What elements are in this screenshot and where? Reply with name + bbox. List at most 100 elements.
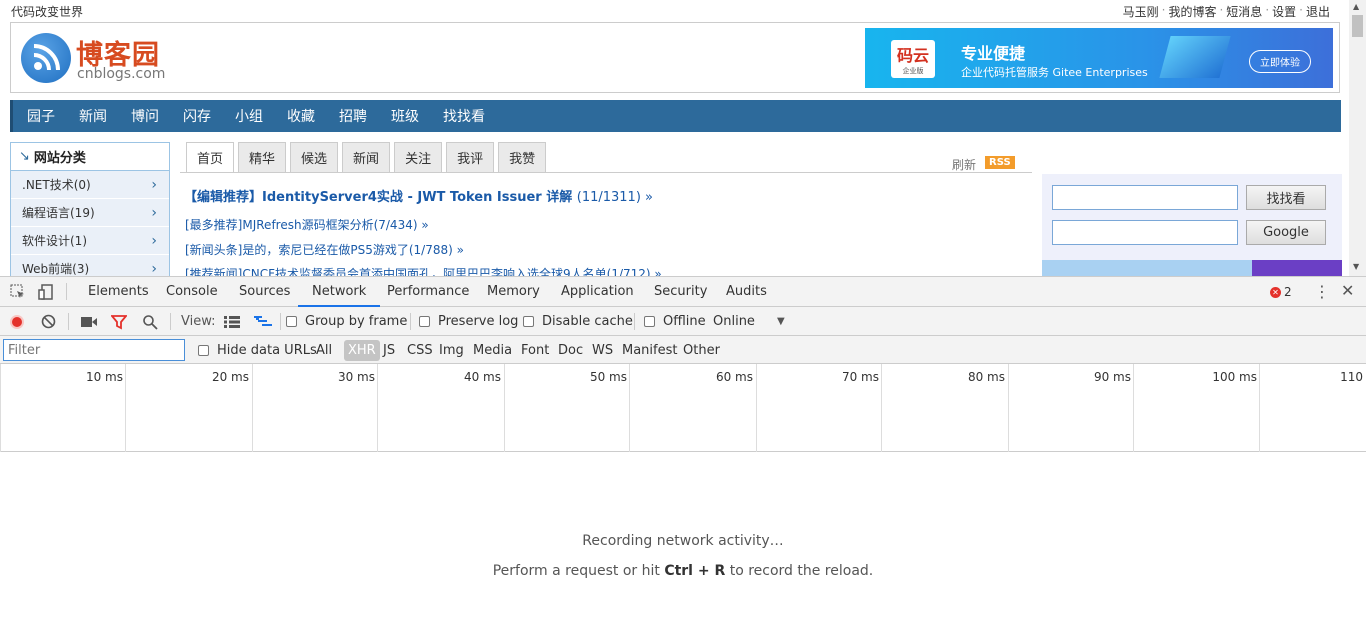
tab-sources[interactable]: Sources bbox=[233, 277, 296, 306]
tab-console[interactable]: Console bbox=[160, 277, 224, 306]
user-link-blog[interactable]: 我的博客 bbox=[1168, 3, 1216, 20]
user-link-logout[interactable]: 退出 bbox=[1306, 3, 1330, 20]
hide-data-urls-label: Hide data URLs bbox=[217, 342, 317, 358]
nav-item-flash[interactable]: 闪存 bbox=[183, 106, 211, 126]
checkbox-box bbox=[198, 344, 209, 356]
large-rows-toggle[interactable] bbox=[224, 307, 240, 336]
filter-type-xhr[interactable]: XHR bbox=[344, 336, 380, 364]
category-label: 编程语言(19) bbox=[22, 206, 95, 220]
banner-cta-button[interactable]: 立即体验 bbox=[1249, 50, 1311, 73]
post-link[interactable]: [推荐新闻]CNCF技术监督委员会首添中国面孔，阿里巴巴李响入选全球9人名单(1… bbox=[185, 265, 662, 276]
post-link[interactable]: [最多推荐]MJRefresh源码框架分析(7/434) » bbox=[185, 216, 429, 233]
clear-icon bbox=[41, 314, 56, 329]
tab-application[interactable]: Application bbox=[555, 277, 640, 306]
filter-type-xhr-label: XHR bbox=[344, 339, 380, 361]
timeline-gridline bbox=[377, 364, 378, 452]
nav-item-favorites[interactable]: 收藏 bbox=[287, 106, 315, 126]
inspect-element-icon[interactable] bbox=[10, 284, 26, 303]
record-button[interactable] bbox=[10, 307, 24, 336]
tab-my-likes[interactable]: 我赞 bbox=[498, 142, 547, 172]
disable-cache-checkbox[interactable]: Disable cache bbox=[523, 307, 633, 336]
category-item[interactable]: 软件设计(1) › bbox=[11, 227, 169, 255]
hide-data-urls-checkbox[interactable]: Hide data URLs bbox=[198, 336, 317, 364]
tab-candidates[interactable]: 候选 bbox=[290, 142, 339, 172]
timeline-gridline bbox=[1008, 364, 1009, 452]
user-link-name[interactable]: 马玉刚 bbox=[1123, 3, 1159, 20]
capture-screenshots-button[interactable] bbox=[80, 307, 98, 336]
view-label: View: bbox=[181, 314, 216, 329]
nav-item-search[interactable]: 找找看 bbox=[443, 106, 485, 126]
ad-banner[interactable]: 码云 企业版 专业便捷 企业代码托管服务 Gitee Enterprises 立即… bbox=[865, 28, 1333, 88]
filter-type-media[interactable]: Media bbox=[473, 336, 512, 364]
site-search-button[interactable]: 找找看 bbox=[1246, 185, 1326, 210]
tab-network[interactable]: Network bbox=[298, 277, 381, 307]
banner-text: 企业代码托管服务 Gitee Enterprises bbox=[961, 66, 1148, 79]
site-search-input[interactable] bbox=[1052, 185, 1238, 210]
search-icon bbox=[143, 314, 158, 330]
device-toolbar-icon[interactable] bbox=[38, 284, 54, 303]
filter-type-css[interactable]: CSS bbox=[407, 336, 433, 364]
search-button[interactable] bbox=[142, 307, 158, 336]
google-search-input[interactable] bbox=[1052, 220, 1238, 245]
tab-news[interactable]: 新闻 bbox=[342, 142, 391, 172]
tab-featured[interactable]: 精华 bbox=[238, 142, 287, 172]
filter-type-all[interactable]: All bbox=[316, 336, 332, 364]
tab-elements[interactable]: Elements bbox=[82, 277, 155, 306]
filter-type-doc[interactable]: Doc bbox=[558, 336, 583, 364]
nav-item-groups[interactable]: 小组 bbox=[235, 106, 263, 126]
group-by-frame-checkbox[interactable]: Group by frame bbox=[286, 307, 407, 336]
network-toolbar: View: Group by frame Preserve log Disabl… bbox=[0, 307, 1366, 336]
preserve-log-checkbox[interactable]: Preserve log bbox=[419, 307, 518, 336]
category-item[interactable]: .NET技术(0) › bbox=[11, 171, 169, 199]
tab-audits[interactable]: Audits bbox=[720, 277, 773, 306]
promo-banner[interactable] bbox=[1042, 260, 1342, 276]
filter-input[interactable] bbox=[3, 339, 185, 361]
tab-memory[interactable]: Memory bbox=[481, 277, 546, 306]
close-devtools-icon[interactable]: ✕ bbox=[1341, 281, 1354, 300]
tab-performance[interactable]: Performance bbox=[381, 277, 475, 306]
error-icon: ✕ bbox=[1270, 286, 1281, 298]
nav-item-news[interactable]: 新闻 bbox=[79, 106, 107, 126]
offline-checkbox[interactable]: Offline bbox=[644, 307, 706, 336]
scroll-up-icon[interactable]: ▲ bbox=[1353, 2, 1359, 11]
filter-type-img[interactable]: Img bbox=[439, 336, 464, 364]
refresh-link[interactable]: 刷新 bbox=[952, 156, 976, 173]
tab-following[interactable]: 关注 bbox=[394, 142, 443, 172]
error-counter[interactable]: ✕ 2 bbox=[1270, 285, 1292, 299]
nav-item-classes[interactable]: 班级 bbox=[391, 106, 419, 126]
error-count: 2 bbox=[1284, 285, 1292, 299]
scroll-down-icon[interactable]: ▼ bbox=[1353, 262, 1359, 271]
tab-divider bbox=[180, 172, 1032, 173]
filter-type-manifest[interactable]: Manifest bbox=[622, 336, 677, 364]
reload-hint-text: Perform a request or hit Ctrl + R to rec… bbox=[0, 563, 1366, 579]
user-link-settings[interactable]: 设置 bbox=[1272, 3, 1296, 20]
scrollbar-thumb[interactable] bbox=[1352, 15, 1363, 37]
tab-my-comments[interactable]: 我评 bbox=[446, 142, 495, 172]
user-link-messages[interactable]: 短消息 bbox=[1226, 3, 1262, 20]
tab-home[interactable]: 首页 bbox=[186, 142, 235, 172]
separator bbox=[170, 313, 171, 330]
network-overview-timeline[interactable]: 10 ms 20 ms 30 ms 40 ms 50 ms 60 ms 70 m… bbox=[0, 364, 1366, 452]
filter-toggle-button[interactable] bbox=[111, 307, 127, 336]
filter-type-font[interactable]: Font bbox=[521, 336, 549, 364]
overview-toggle[interactable] bbox=[254, 307, 272, 336]
tab-security[interactable]: Security bbox=[648, 277, 713, 306]
page-scrollbar[interactable]: ▲ ▼ bbox=[1349, 0, 1366, 276]
nav-item-jobs[interactable]: 招聘 bbox=[339, 106, 367, 126]
throttling-select[interactable]: Online ▼ bbox=[713, 307, 785, 336]
filter-type-js[interactable]: JS bbox=[383, 336, 395, 364]
category-item[interactable]: 编程语言(19) › bbox=[11, 199, 169, 227]
more-options-icon[interactable]: ⋮ bbox=[1314, 282, 1330, 301]
nav-item-garden[interactable]: 园子 bbox=[27, 106, 55, 126]
rss-icon[interactable]: RSS bbox=[985, 156, 1015, 169]
headline-link[interactable]: 【编辑推荐】IdentityServer4实战 - JWT Token Issu… bbox=[184, 186, 653, 205]
post-link[interactable]: [新闻头条]是的，索尼已经在做PS5游戏了(1/788) » bbox=[185, 241, 464, 258]
category-item[interactable]: Web前端(3) › bbox=[11, 255, 169, 276]
cnblogs-logo-icon[interactable] bbox=[21, 33, 71, 83]
google-search-button[interactable]: Google bbox=[1246, 220, 1326, 245]
timeline-tick-label: 60 ms bbox=[715, 370, 753, 384]
filter-type-ws[interactable]: WS bbox=[592, 336, 613, 364]
filter-type-other[interactable]: Other bbox=[683, 336, 720, 364]
nav-item-questions[interactable]: 博问 bbox=[131, 106, 159, 126]
clear-button[interactable] bbox=[41, 307, 56, 336]
